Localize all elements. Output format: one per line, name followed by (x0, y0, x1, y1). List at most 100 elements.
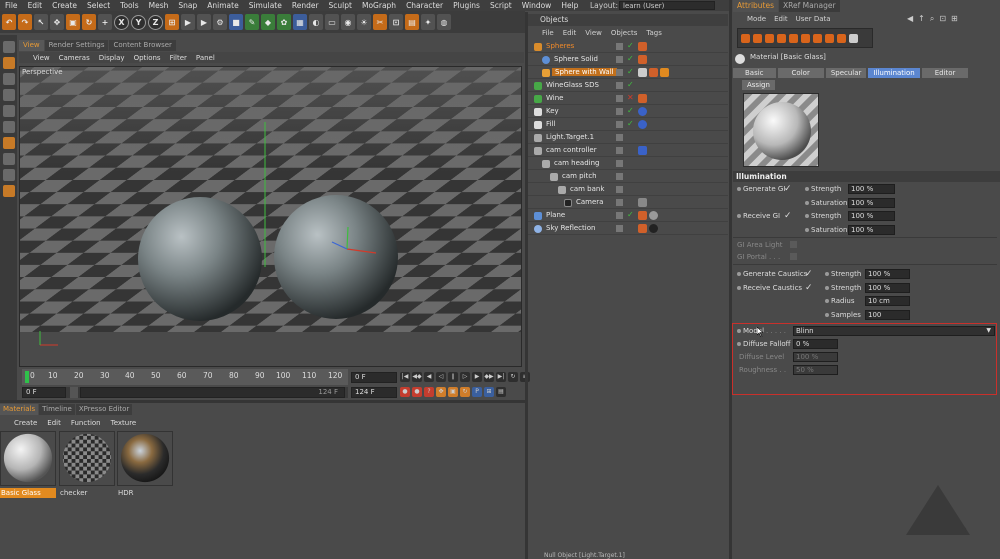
viewport-menu-filter[interactable]: Filter (170, 54, 187, 62)
samples-field[interactable]: 100 (865, 310, 910, 320)
camera-icon[interactable]: ◉ (341, 14, 355, 30)
tab-materials[interactable]: Materials (0, 404, 39, 415)
visibility-flag[interactable] (616, 134, 623, 141)
polygons-mode-icon[interactable] (2, 137, 15, 149)
generator-icon[interactable]: ✿ (277, 14, 291, 30)
material-tag-icon[interactable] (649, 211, 658, 220)
keyframe-selection-icon[interactable]: ? (424, 387, 434, 397)
xpresso-tag-icon[interactable] (638, 146, 647, 155)
channel-icon[interactable] (765, 33, 774, 43)
menu-edit[interactable]: Edit (23, 1, 48, 10)
menu-simulate[interactable]: Simulate (244, 1, 287, 10)
viewport-menu-options[interactable]: Options (134, 54, 161, 62)
gi-saturation-field[interactable]: 100 % (848, 198, 895, 208)
channel-icon[interactable] (801, 33, 810, 43)
tab-editor[interactable]: Editor (921, 68, 969, 78)
object-row[interactable]: cam heading (528, 158, 728, 170)
visibility-flag[interactable] (616, 95, 623, 102)
menu-select[interactable]: Select (82, 1, 115, 10)
tab-illumination[interactable]: Illumination (868, 68, 920, 78)
timeline-ruler[interactable]: 0 10 20 30 40 50 60 70 80 90 100 110 120 (22, 369, 348, 385)
camera-tag-icon[interactable] (638, 198, 647, 207)
axis-x-button[interactable]: X (114, 14, 129, 30)
material-tag-icon[interactable] (649, 224, 658, 233)
receive-gi-checkbox[interactable]: ✓ (784, 211, 792, 221)
diffuse-level-field[interactable]: 100 % (793, 352, 838, 362)
tag-icon[interactable] (638, 55, 647, 64)
workplane-icon[interactable] (2, 89, 15, 101)
tab-render-settings[interactable]: Render Settings (44, 40, 109, 51)
object-row[interactable]: cam controller (528, 145, 728, 157)
object-row[interactable]: Wine ✕ (528, 93, 728, 105)
viewport-menu-panel[interactable]: Panel (196, 54, 215, 62)
object-row[interactable]: Key ✓ (528, 106, 728, 118)
tag-icon[interactable] (638, 42, 647, 51)
object-row[interactable]: Fill ✓ (528, 119, 728, 131)
channel-icon[interactable] (789, 33, 798, 43)
visibility-flag[interactable] (616, 212, 623, 219)
material-item[interactable]: Basic Glass (0, 431, 56, 498)
objects-menu-objects[interactable]: Objects (611, 28, 637, 39)
diffuse-falloff-field[interactable]: 0 % (793, 339, 838, 349)
gi-area-light-checkbox[interactable] (790, 241, 797, 248)
menu-plugins[interactable]: Plugins (448, 1, 485, 10)
prev-frame-icon[interactable]: ◀ (424, 372, 434, 382)
visibility-flag[interactable] (616, 199, 623, 206)
material-menu-function[interactable]: Function (71, 419, 101, 427)
receive-caustics-checkbox[interactable]: ✓ (805, 283, 813, 293)
viewport-menu-view[interactable]: View (33, 54, 50, 62)
objects-menu-view[interactable]: View (585, 28, 602, 39)
next-frame-icon[interactable]: ▶ (472, 372, 482, 382)
enabled-check-icon[interactable]: ✓ (627, 210, 634, 219)
visibility-flag[interactable] (616, 69, 623, 76)
layout-select[interactable]: learn (User) (619, 1, 715, 10)
tab-view[interactable]: View (19, 40, 44, 51)
menu-animate[interactable]: Animate (202, 1, 243, 10)
tweak-mode-icon[interactable] (2, 169, 15, 181)
panel-divider[interactable] (0, 400, 525, 403)
autokey-icon[interactable]: ● (412, 387, 422, 397)
enabled-check-icon[interactable]: ✓ (627, 119, 634, 128)
target-tag-icon[interactable] (638, 107, 647, 116)
channel-icon[interactable] (825, 33, 834, 43)
key-rotation-icon[interactable]: ↻ (460, 387, 470, 397)
attribute-menu-user-data[interactable]: User Data (796, 14, 831, 25)
generate-gi-checkbox[interactable]: ✓ (784, 184, 792, 194)
play-backward-icon[interactable]: ◁ (436, 372, 446, 382)
prev-key-icon[interactable]: ◀◆ (412, 372, 422, 382)
timeline-playhead[interactable] (25, 371, 29, 383)
visibility-flag[interactable] (616, 56, 623, 63)
key-parameter-icon[interactable]: P (472, 387, 482, 397)
tab-xpresso-editor[interactable]: XPresso Editor (75, 404, 133, 415)
record-icon[interactable]: ● (400, 387, 410, 397)
menu-window[interactable]: Window (517, 1, 557, 10)
object-row[interactable]: Sphere Solid ✓ (528, 54, 728, 66)
object-row[interactable]: Light.Target.1 (528, 132, 728, 144)
target-tag-icon[interactable] (638, 120, 647, 129)
object-row[interactable]: Camera (528, 197, 728, 209)
menu-mesh[interactable]: Mesh (144, 1, 174, 10)
tool-extra-5-icon[interactable]: ◍ (437, 14, 451, 30)
tab-specular[interactable]: Specular (825, 68, 867, 78)
model-dropdown[interactable]: Blinn ▼ (793, 326, 995, 336)
object-row[interactable]: cam pitch (528, 171, 728, 183)
live-select-icon[interactable]: ↖ (34, 14, 48, 30)
channel-icon[interactable] (813, 33, 822, 43)
objects-menu-file[interactable]: File (542, 28, 554, 39)
visibility-flag[interactable] (616, 147, 623, 154)
visibility-flag[interactable] (616, 43, 623, 50)
sphere-solid[interactable] (138, 197, 262, 321)
tool-extra-2-icon[interactable]: ⊡ (389, 14, 403, 30)
rec-caustics-strength-field[interactable]: 100 % (865, 283, 910, 293)
pause-icon[interactable]: ∥ (448, 372, 458, 382)
enabled-check-icon[interactable]: ✓ (627, 106, 634, 115)
tag-icon[interactable] (638, 94, 647, 103)
visibility-flag[interactable] (616, 225, 623, 232)
axis-y-button[interactable]: Y (131, 14, 146, 30)
range-start-handle[interactable] (70, 387, 78, 398)
gen-caustics-strength-field[interactable]: 100 % (865, 269, 910, 279)
tab-color[interactable]: Color (777, 68, 824, 78)
roughness-field[interactable]: 50 % (793, 365, 838, 375)
disabled-x-icon[interactable]: ✕ (627, 93, 634, 102)
snap-icon[interactable] (2, 185, 15, 197)
